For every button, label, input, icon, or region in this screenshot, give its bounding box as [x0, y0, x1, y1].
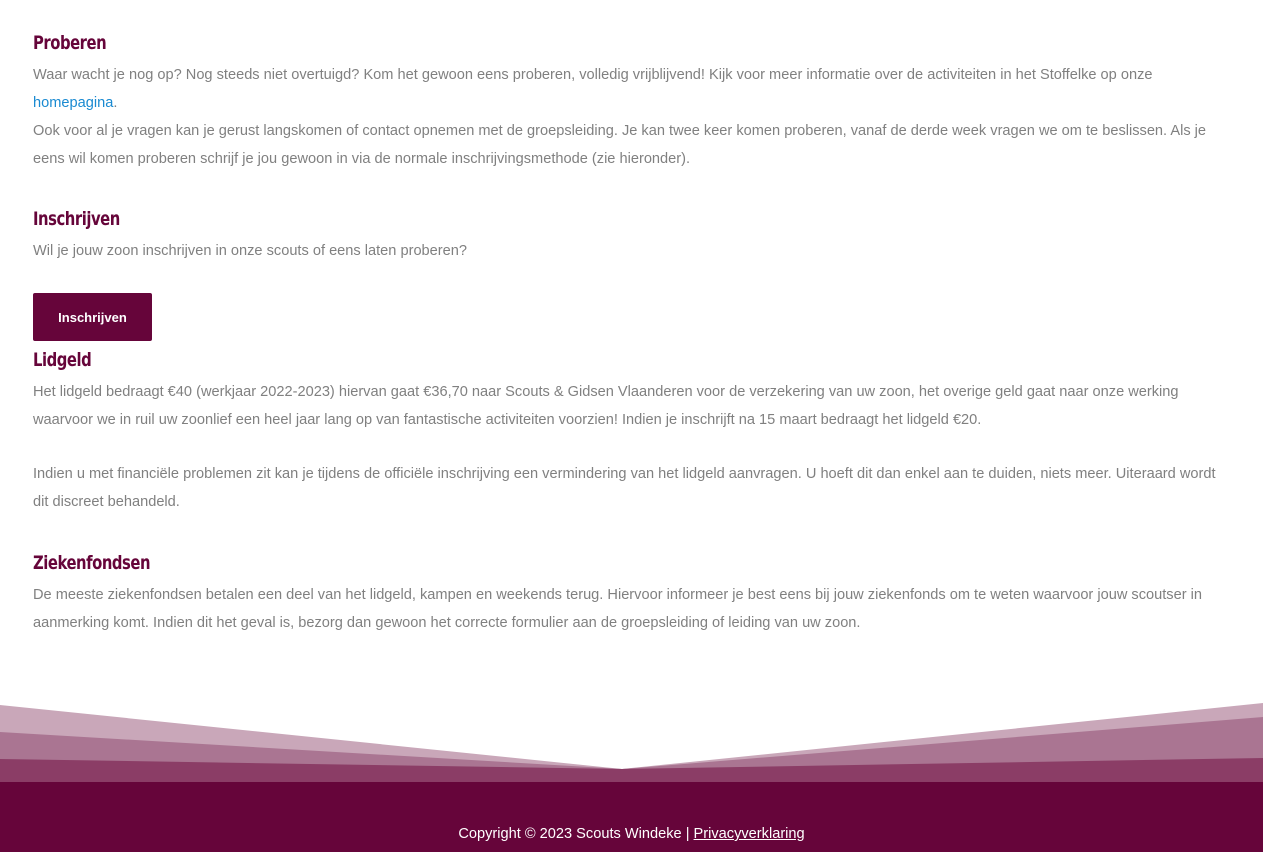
- footer: Copyright © 2023 Scouts Windeke | Privac…: [0, 782, 1263, 852]
- ziekenfondsen-text: De meeste ziekenfondsen betalen een deel…: [33, 587, 1202, 631]
- footer-wave-decoration: [0, 703, 1263, 784]
- heading-proberen: Proberen: [33, 32, 107, 54]
- section-proberen: Proberen Waar wacht je nog op? Nog steed…: [33, 31, 1228, 173]
- footer-text: Copyright © 2023 Scouts Windeke | Privac…: [0, 824, 1263, 844]
- heading-lidgeld: Lidgeld: [33, 349, 92, 371]
- copyright-text: Copyright © 2023 Scouts Windeke: [458, 826, 682, 842]
- footer-separator: |: [681, 826, 694, 842]
- privacy-link[interactable]: Privacyverklaring: [694, 826, 805, 842]
- proberen-paragraph-1: Waar wacht je nog op? Nog steeds niet ov…: [33, 61, 1228, 117]
- section-ziekenfondsen: Ziekenfondsen De meeste ziekenfondsen be…: [33, 551, 1228, 637]
- heading-inschrijven: Inschrijven: [33, 208, 120, 230]
- heading-ziekenfondsen: Ziekenfondsen: [33, 552, 151, 574]
- proberen-paragraph-2: Ook voor al je vragen kan je gerust lang…: [33, 123, 1207, 167]
- lidgeld-paragraph-2: Indien u met financiële problemen zit ka…: [33, 466, 1216, 510]
- homepagina-link[interactable]: homepagina: [33, 95, 113, 111]
- inschrijven-text: Wil je jouw zoon inschrijven in onze sco…: [33, 243, 468, 259]
- section-inschrijven: Inschrijven Wil je jouw zoon inschrijven…: [33, 207, 1228, 265]
- lidgeld-paragraph-1: Het lidgeld bedraagt €40 (werkjaar 2022-…: [33, 384, 1179, 428]
- proberen-period: .: [113, 95, 118, 111]
- inschrijven-button[interactable]: Inschrijven: [33, 293, 152, 341]
- section-lidgeld: Lidgeld Het lidgeld bedraagt €40 (werkja…: [33, 348, 1228, 516]
- proberen-text: Waar wacht je nog op? Nog steeds niet ov…: [33, 67, 1153, 83]
